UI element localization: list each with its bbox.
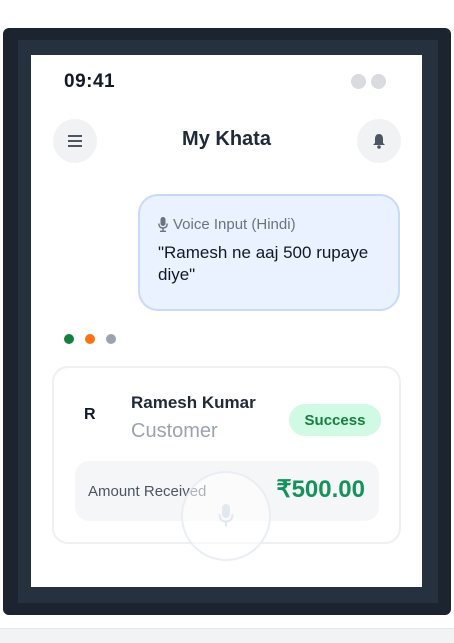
customer-name: Ramesh Kumar [131,393,256,412]
amount-value: ₹500.00 [276,476,365,503]
status-time: 09:41 [64,71,116,92]
typing-indicator [64,334,116,344]
voice-input-bubble: Voice Input (Hindi) "Ramesh ne aaj 500 r… [138,194,400,311]
voice-transcript: "Ramesh ne aaj 500 rupaye diye" [158,243,369,284]
status-indicators [351,74,386,89]
microphone-icon [158,217,168,232]
typing-dot-green [64,334,74,344]
status-dot [351,74,366,89]
voice-input-label: Voice Input (Hindi) [173,216,296,233]
typing-dot-orange [85,334,95,344]
microphone-icon [218,504,234,527]
avatar: R [84,406,96,423]
app-screen: 09:41 My Khata Voice Input (Hindi) "Rame [31,55,422,587]
status-badge: Success [289,404,381,436]
customer-role: Customer [131,420,218,442]
typing-dot-gray [106,334,116,344]
voice-input-label-row: Voice Input (Hindi) [158,216,296,233]
bell-icon [373,134,385,149]
page-bottom-bar [0,628,454,643]
notifications-button[interactable] [357,119,401,163]
mic-button[interactable] [181,471,271,561]
status-dot [371,74,386,89]
